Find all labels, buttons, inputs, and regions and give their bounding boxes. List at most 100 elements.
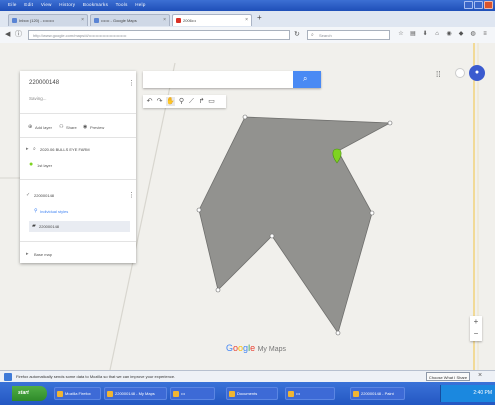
task-label: ••• [296,391,301,396]
share-button[interactable]: Share [66,125,77,130]
field-polygon[interactable] [198,116,392,334]
map-search-button[interactable]: ⌕ [293,71,321,88]
choose-what-i-share-button[interactable]: Choose What I Share [426,372,470,381]
menu-bookmarks[interactable]: Bookmarks [83,2,108,7]
shield-icon[interactable]: ◍ [470,31,476,38]
polygon-vertex[interactable] [269,233,275,239]
layer-options-icon[interactable]: ⋮ [128,191,135,199]
taskbar-item[interactable]: Mozilla Firefox [54,387,101,400]
taskbar-item[interactable]: Documents [226,387,278,400]
measure-icon[interactable]: ▭ [207,97,216,106]
reading-list-icon[interactable]: ▤ [410,31,416,38]
close-tab-icon[interactable]: × [81,17,84,23]
menu-history[interactable]: History [59,2,75,7]
extension-icon[interactable]: ◆ [458,31,464,38]
tab-inbox[interactable]: Inbox (120) - •••••••• × [8,14,88,26]
tab-google-maps[interactable]: •••••• - Google Maps × [90,14,170,26]
task-label: 220000148 - Paint [361,391,394,396]
add-layer-icon: ⊕ [28,124,33,130]
info-icon[interactable]: ⓘ [15,31,22,38]
logo-suffix: My Maps [257,346,286,353]
taskbar-item[interactable]: 220000148 - Paint [350,387,405,400]
minimize-button[interactable] [464,1,473,9]
taskbar-item[interactable]: ••• [170,387,215,400]
apps-grid-icon[interactable]: ⁞⁞ [436,70,440,79]
checkbox-icon[interactable]: ✓ [26,192,30,198]
close-tab-icon[interactable]: × [163,17,166,23]
polygon-vertex[interactable] [196,207,202,213]
pocket-icon[interactable]: ◉ [446,31,452,38]
polygon-vertex[interactable] [215,287,221,293]
polygon-vertex[interactable] [369,210,375,216]
search-icon: ⌕ [303,74,308,83]
maximize-button[interactable] [474,1,483,9]
my-maps-icon [176,18,181,23]
tab-title: •••••• - Google Maps [101,18,137,23]
taskbar: start Mozilla Firefox 220000148 - My Map… [0,382,495,405]
firefox-icon [57,391,63,397]
menu-file[interactable]: Eile [8,2,17,7]
search-icon: ⌕ [311,32,314,38]
zoom-in-button[interactable]: + [470,316,482,328]
menu-edit[interactable]: Edit [24,2,33,7]
divider [20,137,136,138]
back-icon[interactable]: ◀ [5,31,10,38]
undo-icon[interactable]: ↶ [145,97,154,106]
collapse-caret-icon[interactable]: ▸ [26,146,29,152]
taskbar-item[interactable]: ••• [285,387,335,400]
polygon-vertex[interactable] [387,120,393,126]
menu-help[interactable]: Help [135,2,145,7]
notifications-icon[interactable] [455,68,465,78]
menu-tools[interactable]: Tools [116,2,128,7]
selected-feature-row[interactable]: ▰ 220000148 [29,221,130,232]
add-marker-icon[interactable]: ⚲ [177,97,186,106]
new-tab-button[interactable]: + [257,13,262,22]
close-tab-icon[interactable]: × [245,17,248,23]
account-avatar[interactable]: ● [469,65,485,81]
preview-icon: ◉ [83,124,88,130]
url-text: http://www.google.com/maps/d/•••••••••••… [33,33,127,38]
url-bar[interactable]: http://www.google.com/maps/d/•••••••••••… [28,30,290,40]
navigation-bar: ◀ ⓘ http://www.google.com/maps/d/•••••••… [0,27,495,44]
home-icon[interactable]: ⌂ [434,31,440,38]
divider [20,113,136,114]
layer-item[interactable]: 1st layer [37,163,52,168]
layer-title[interactable]: 220000148 [34,193,54,198]
directions-icon[interactable]: ↱ [197,97,206,106]
close-window-button[interactable] [484,1,493,9]
base-map-toggle[interactable]: Base map [34,252,52,257]
google-my-maps-logo: Google My Maps [226,343,286,353]
draw-line-icon[interactable]: ⟋ [187,97,196,106]
map-options-icon[interactable]: ⋮ [128,79,135,87]
map-title[interactable]: 220000148 [29,80,59,86]
layer-title[interactable]: 2020.06 BULLS EYE FARM [40,147,90,152]
paint-icon [353,391,359,397]
preview-button[interactable]: Preview [90,125,104,130]
polygon-vertex[interactable] [335,330,341,336]
collapse-caret-icon[interactable]: ▸ [26,251,29,257]
clock: 2:40 PM [473,390,492,396]
close-icon[interactable]: × [478,372,482,379]
select-hand-icon[interactable]: ✋ [166,97,175,106]
browser-search-box[interactable]: ⌕ Search [307,30,390,40]
download-icon[interactable]: ⬇ [422,31,428,38]
start-button[interactable]: start [12,386,47,401]
zoom-out-button[interactable]: − [470,328,482,340]
bookmark-star-icon[interactable]: ☆ [398,31,404,38]
redo-icon[interactable]: ↷ [155,97,164,106]
task-label: Documents [237,391,258,396]
tab-strip: Inbox (120) - •••••••• × •••••• - Google… [0,11,495,28]
task-label: ••• [181,391,186,396]
taskbar-item[interactable]: 220000148 - My Maps [104,387,167,400]
individual-styles-link[interactable]: Individual styles [40,209,68,214]
tab-my-maps[interactable]: 2006••• × [172,14,252,26]
window-title-bar: Eile Edit View History Bookmarks Tools H… [0,0,495,11]
add-layer-button[interactable]: Add layer [35,125,52,130]
notification-text: Firefox automatically sends some data to… [16,374,176,379]
folder-icon [229,391,235,397]
menu-view[interactable]: View [41,2,52,7]
app-icon [173,391,179,397]
reload-icon[interactable]: ↻ [294,31,300,38]
polygon-vertex[interactable] [242,114,248,120]
hamburger-menu-icon[interactable]: ≡ [482,31,488,38]
